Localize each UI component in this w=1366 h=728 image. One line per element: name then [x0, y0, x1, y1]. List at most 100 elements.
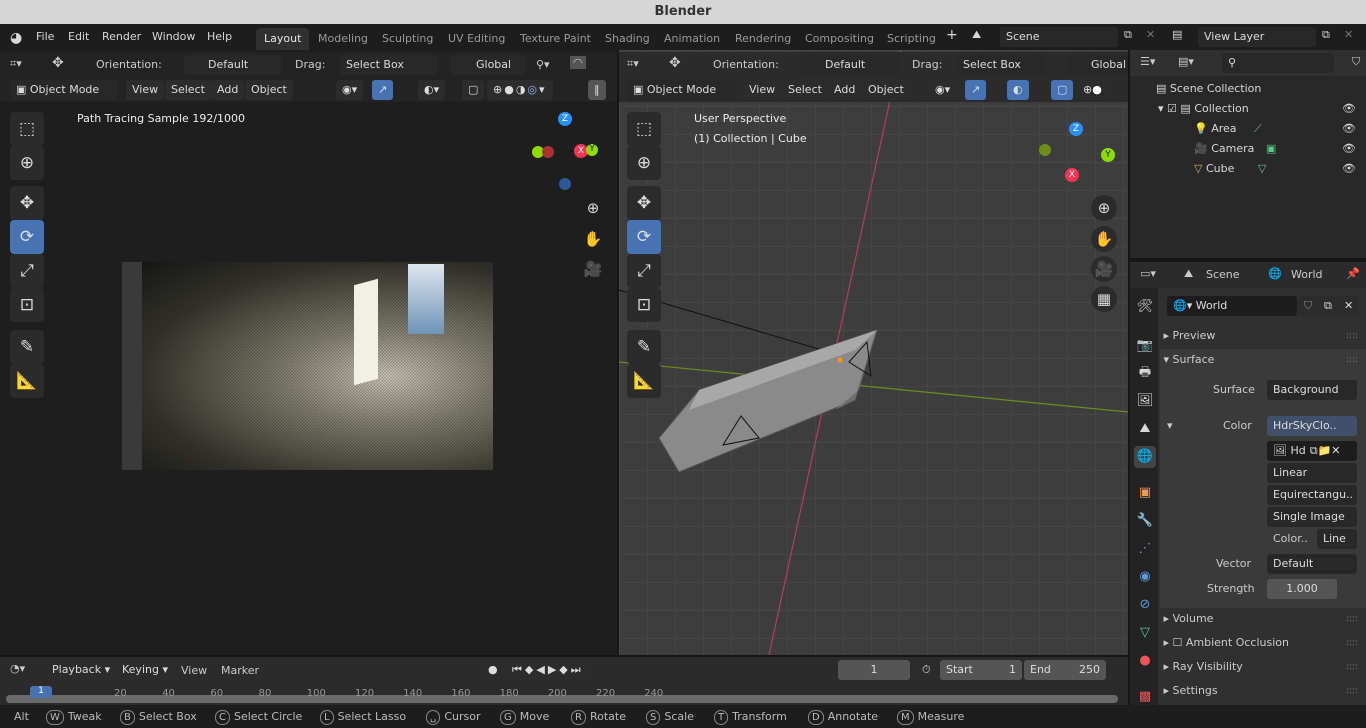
- panel-ray-visibility[interactable]: ▸ Ray Visibility::::: [1160, 656, 1366, 678]
- physics-tab-icon[interactable]: ◉: [1134, 566, 1156, 588]
- tab-rendering[interactable]: Rendering: [727, 28, 799, 50]
- select-menu[interactable]: Select: [165, 80, 211, 100]
- xray-icon[interactable]: ▢: [1051, 80, 1074, 100]
- blender-logo-icon[interactable]: ◕: [10, 30, 22, 46]
- modifier-tab-icon[interactable]: 🔧: [1134, 510, 1156, 532]
- tab-uv-editing[interactable]: UV Editing: [440, 28, 513, 50]
- mode-dropdown[interactable]: ▣ Object Mode: [627, 80, 735, 100]
- xray-icon[interactable]: ▢: [462, 80, 485, 100]
- material-tab-icon[interactable]: ●: [1134, 650, 1156, 672]
- zoom-icon[interactable]: ⊕: [580, 195, 606, 221]
- current-frame-field[interactable]: 1: [838, 660, 910, 680]
- navigation-gizmo[interactable]: Z X Y: [532, 112, 602, 192]
- rotate-tool-icon[interactable]: ⟳: [627, 220, 661, 254]
- scene-icon[interactable]: ⛰: [972, 28, 981, 42]
- eye-icon[interactable]: 👁: [1342, 102, 1356, 115]
- pan-hand-icon[interactable]: ✋: [580, 226, 606, 252]
- transform-pivot-icon[interactable]: ✥: [669, 55, 681, 71]
- view-layer-field[interactable]: View Layer: [1198, 27, 1316, 47]
- camera-view-icon[interactable]: 🎥: [1091, 256, 1117, 282]
- panel-settings[interactable]: ▸ Settings::::: [1160, 680, 1366, 702]
- view-layer-tab-icon[interactable]: 🖼: [1134, 390, 1156, 412]
- playback-menu[interactable]: Playback ▾: [46, 660, 117, 680]
- add-menu[interactable]: Add: [211, 80, 245, 100]
- panel-volume[interactable]: ▸ Volume::::: [1160, 608, 1366, 630]
- view-menu[interactable]: View: [743, 80, 782, 100]
- view-menu[interactable]: View: [126, 80, 165, 100]
- frame-cursor[interactable]: 1: [30, 686, 52, 698]
- object-menu[interactable]: Object: [245, 80, 293, 100]
- render-viewport[interactable]: ⌗▾ ✥ Orientation: Default Drag: Select B…: [0, 50, 617, 655]
- gizmo-icon[interactable]: ↗: [965, 80, 987, 100]
- annotate-tool-icon[interactable]: ✎: [10, 330, 44, 364]
- drag-dropdown[interactable]: Select Box: [340, 55, 438, 75]
- world-tab-icon[interactable]: 🌐: [1134, 446, 1156, 468]
- outliner-collection[interactable]: ▾ ☑ ▤ Collection 👁: [1158, 102, 1366, 115]
- eye-icon[interactable]: 👁: [1342, 142, 1356, 155]
- add-workspace-icon[interactable]: +: [946, 27, 958, 43]
- overlay-icon[interactable]: ◐: [1007, 80, 1029, 100]
- measure-tool-icon[interactable]: 📐: [10, 364, 44, 398]
- menu-file[interactable]: File: [36, 30, 54, 43]
- scene-tab-icon[interactable]: ⛰: [1134, 418, 1156, 440]
- unlink-icon[interactable]: ✕: [1338, 296, 1360, 316]
- perspective-grid-icon[interactable]: ▦: [1091, 286, 1117, 312]
- measure-tool-icon[interactable]: 📐: [627, 364, 661, 398]
- snap-icon[interactable]: ⚲▾: [536, 58, 550, 71]
- add-menu[interactable]: Add: [828, 80, 862, 100]
- annotate-tool-icon[interactable]: ✎: [627, 330, 661, 364]
- outliner-item-area[interactable]: 💡 Area ⟋ 👁: [1194, 122, 1366, 136]
- overlay-icon[interactable]: ◐▾: [418, 80, 446, 100]
- select-tool-icon[interactable]: ⬚: [10, 112, 44, 146]
- menu-help[interactable]: Help: [207, 30, 232, 43]
- menu-edit[interactable]: Edit: [68, 30, 89, 43]
- move-tool-icon[interactable]: ✥: [10, 186, 44, 220]
- stopwatch-icon[interactable]: ⏱: [916, 660, 937, 680]
- new-view-layer-icon[interactable]: ⧉: [1322, 28, 1330, 42]
- interpolation-dropdown[interactable]: Linear: [1267, 463, 1357, 483]
- strength-field[interactable]: 1.000: [1267, 579, 1337, 599]
- visibility-icon[interactable]: ◉▾: [336, 80, 364, 100]
- 3d-viewport[interactable]: ⌗▾ ✥ Orientation: Default Drag: Select B…: [619, 50, 1128, 655]
- shading-modes-icon[interactable]: ⊕●◑◎▾: [487, 80, 553, 100]
- eye-icon[interactable]: 👁: [1342, 122, 1356, 135]
- editor-type-icon[interactable]: ☰▾: [1140, 55, 1155, 68]
- world-datablock-field[interactable]: 🌐▾ World: [1167, 296, 1297, 316]
- playback-controls-icon[interactable]: ⏮◆◀▶◆⏭: [506, 660, 590, 680]
- cursor-tool-icon[interactable]: ⊕: [10, 146, 44, 180]
- panel-surface[interactable]: ▾ Surface::::: [1160, 349, 1366, 371]
- output-tab-icon[interactable]: 🖶: [1134, 362, 1156, 384]
- surface-shader-field[interactable]: Background: [1267, 380, 1357, 400]
- navigation-gizmo[interactable]: Z Y X: [1039, 120, 1119, 184]
- object-tab-icon[interactable]: ▣: [1134, 482, 1156, 504]
- remove-scene-icon[interactable]: ✕: [1146, 28, 1155, 41]
- tab-modeling[interactable]: Modeling: [310, 28, 376, 50]
- menu-window[interactable]: Window: [152, 30, 195, 43]
- shading-modes-icon[interactable]: ⊕●: [1077, 80, 1108, 100]
- rotate-tool-icon[interactable]: ⟳: [10, 220, 44, 254]
- keying-menu[interactable]: Keying ▾: [116, 660, 174, 680]
- tab-texture-paint[interactable]: Texture Paint: [512, 28, 599, 50]
- transform-orientation-dropdown[interactable]: Global: [1067, 55, 1128, 75]
- gizmo-icon[interactable]: ↗: [372, 80, 394, 100]
- data-tab-icon[interactable]: ▽: [1134, 622, 1156, 644]
- tab-layout[interactable]: Layout: [256, 28, 310, 50]
- open-image-icon[interactable]: ⧉📁✕: [1310, 444, 1341, 457]
- proportional-edit-icon[interactable]: ◠: [570, 56, 586, 69]
- editor-type-icon[interactable]: ⌗▾: [627, 57, 639, 71]
- constraints-tab-icon[interactable]: ⊘: [1134, 594, 1156, 616]
- scale-tool-icon[interactable]: ⤢: [10, 254, 44, 288]
- editor-type-icon[interactable]: ◔▾: [10, 662, 25, 675]
- zoom-icon[interactable]: ⊕: [1091, 195, 1117, 221]
- select-tool-icon[interactable]: ⬚: [627, 112, 661, 146]
- tab-sculpting[interactable]: Sculpting: [374, 28, 441, 50]
- scene-field[interactable]: Scene: [1000, 27, 1118, 47]
- visibility-icon[interactable]: ◉▾: [929, 80, 957, 100]
- pan-hand-icon[interactable]: ✋: [1091, 226, 1117, 252]
- camera-view-icon[interactable]: 🎥: [580, 256, 606, 282]
- select-menu[interactable]: Select: [782, 80, 828, 100]
- colorspace-dropdown[interactable]: Line: [1317, 529, 1357, 549]
- record-icon[interactable]: ●: [482, 660, 504, 680]
- render-tab-icon[interactable]: 📷: [1134, 335, 1156, 357]
- menu-render[interactable]: Render: [102, 30, 141, 43]
